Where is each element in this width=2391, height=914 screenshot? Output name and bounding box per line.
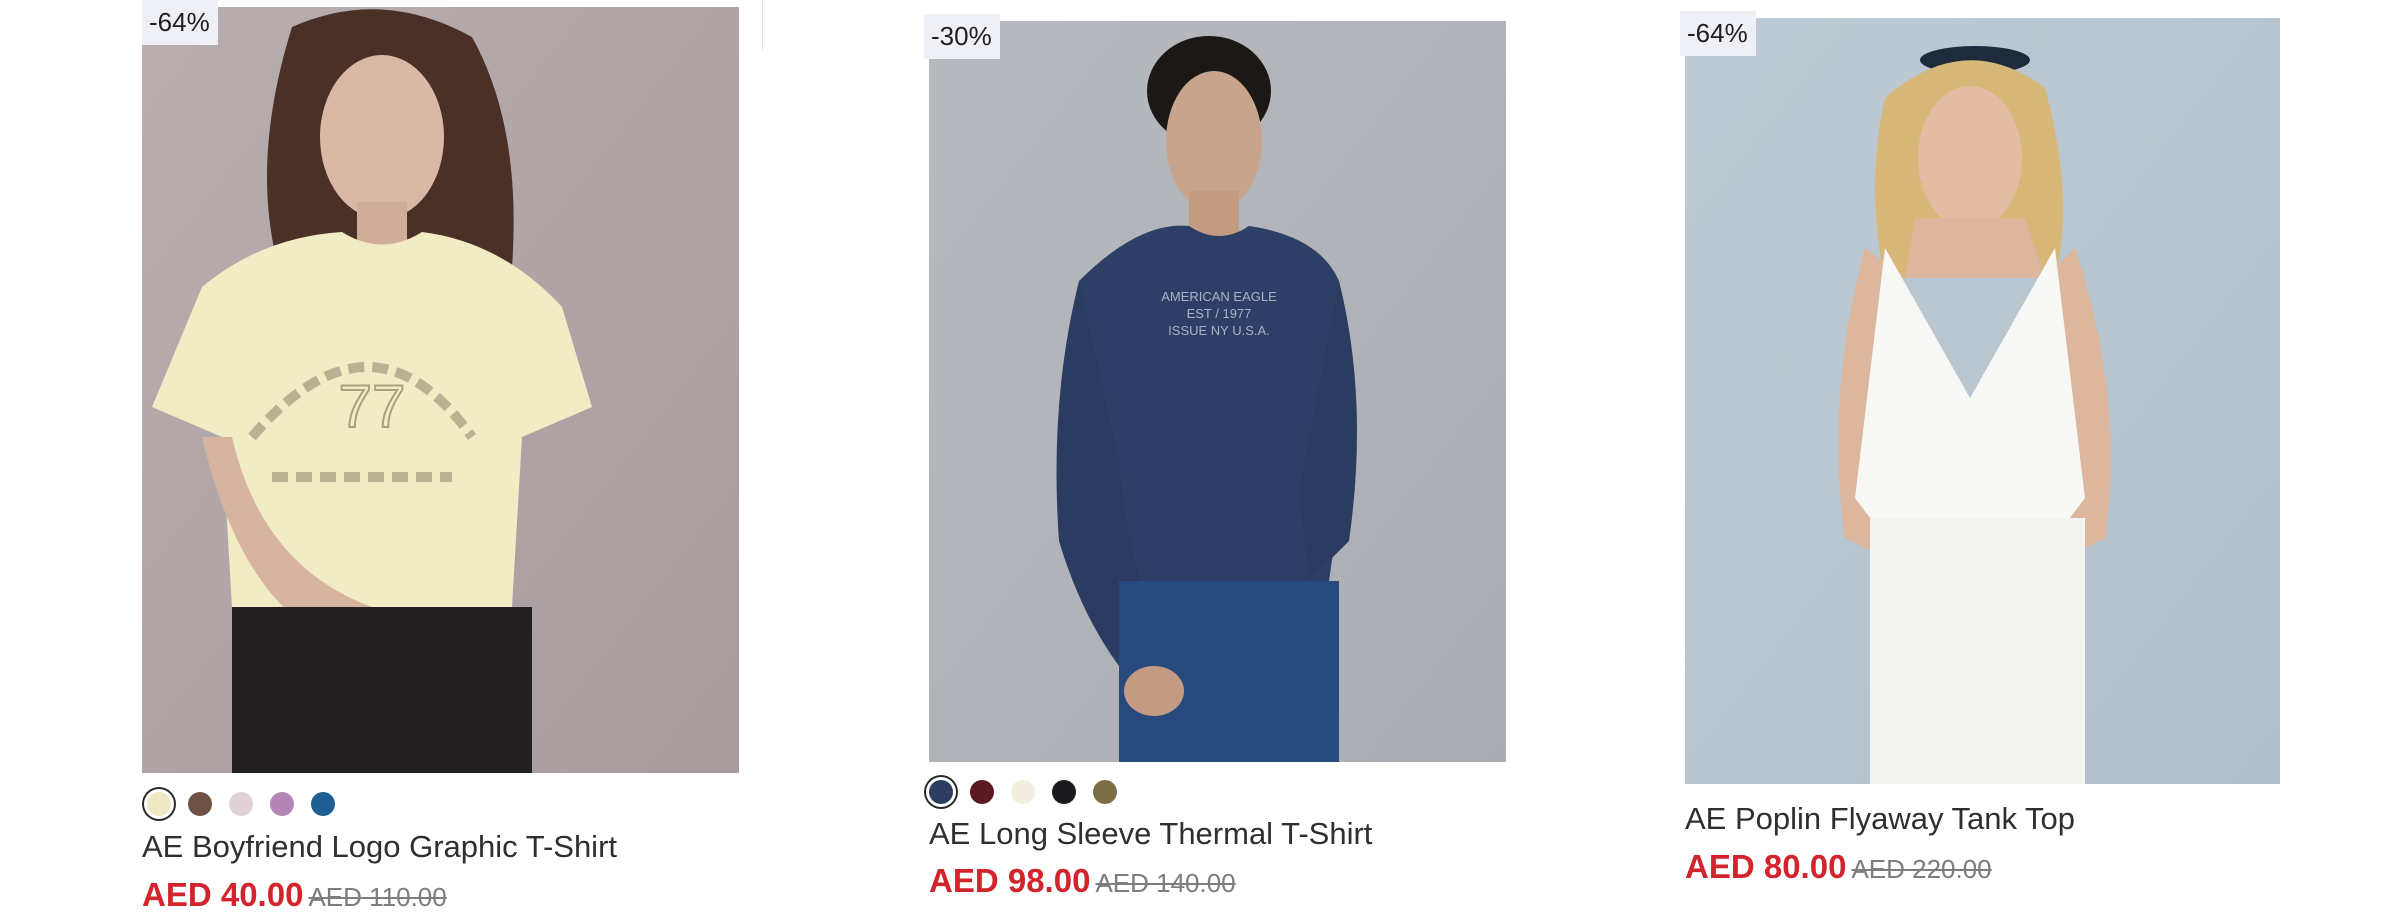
discount-badge: -64% (1680, 11, 1756, 56)
discount-badge: -64% (142, 0, 218, 45)
discount-badge: -30% (924, 14, 1000, 59)
color-swatch[interactable] (229, 792, 253, 816)
sale-price: AED 98.00 (929, 862, 1091, 899)
sale-price: AED 80.00 (1685, 848, 1847, 885)
column-divider (762, 0, 763, 50)
product-image[interactable]: 77 (142, 7, 739, 773)
svg-text:77: 77 (339, 373, 406, 440)
original-price: AED 140.00 (1095, 868, 1236, 898)
color-swatches (926, 777, 1120, 807)
product-title[interactable]: AE Boyfriend Logo Graphic T-Shirt (142, 829, 617, 865)
color-swatch[interactable] (147, 792, 171, 816)
original-price: AED 220.00 (1851, 854, 1992, 884)
color-swatch[interactable] (929, 780, 953, 804)
color-swatch[interactable] (311, 792, 335, 816)
product-prices: AED 40.00 AED 110.00 (142, 876, 447, 914)
color-swatch[interactable] (1052, 780, 1076, 804)
svg-text:ISSUE NY U.S.A.: ISSUE NY U.S.A. (1168, 323, 1270, 338)
svg-text:EST / 1977: EST / 1977 (1187, 306, 1252, 321)
color-swatches (144, 789, 338, 819)
product-title[interactable]: AE Poplin Flyaway Tank Top (1685, 801, 2075, 837)
original-price: AED 110.00 (308, 882, 447, 912)
product-prices: AED 80.00 AED 220.00 (1685, 848, 1992, 886)
color-swatch[interactable] (270, 792, 294, 816)
svg-text:AMERICAN EAGLE: AMERICAN EAGLE (1161, 289, 1277, 304)
product-card[interactable]: AMERICAN EAGLE EST / 1977 ISSUE NY U.S.A… (924, 0, 1529, 913)
product-image[interactable]: AMERICAN EAGLE EST / 1977 ISSUE NY U.S.A… (929, 21, 1506, 762)
product-card[interactable]: 77 -64% AE Boyfriend Logo Graphic T-Shir… (142, 0, 742, 913)
product-title[interactable]: AE Long Sleeve Thermal T-Shirt (929, 816, 1372, 852)
color-swatch[interactable] (1011, 780, 1035, 804)
color-swatch[interactable] (1093, 780, 1117, 804)
sale-price: AED 40.00 (142, 876, 304, 913)
color-swatch[interactable] (970, 780, 994, 804)
product-card[interactable]: -64% AE Poplin Flyaway Tank Top AED 80.0… (1680, 0, 2295, 913)
product-image[interactable] (1685, 18, 2280, 784)
color-swatch[interactable] (188, 792, 212, 816)
product-prices: AED 98.00 AED 140.00 (929, 862, 1236, 900)
